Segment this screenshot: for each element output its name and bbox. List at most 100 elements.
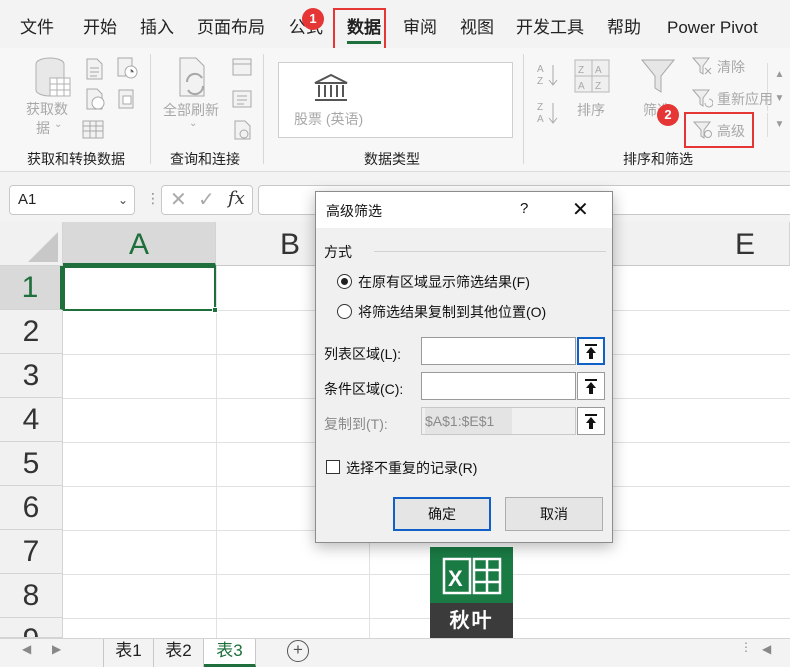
unique-records-label[interactable]: 选择不重复的记录(R) bbox=[346, 458, 477, 478]
svg-text:Z: Z bbox=[537, 102, 543, 113]
scroll-right-icon[interactable]: ▶ bbox=[52, 642, 61, 656]
svg-text:Z: Z bbox=[537, 76, 543, 87]
criteria-range-input[interactable] bbox=[421, 372, 576, 400]
name-box-value: A1 bbox=[18, 191, 37, 208]
refresh-all-label[interactable]: 全部刷新 bbox=[163, 100, 219, 120]
chevron-down-icon[interactable]: ⌄ bbox=[118, 186, 128, 214]
reapply-icon[interactable] bbox=[691, 88, 713, 108]
collapse-list-range-icon[interactable] bbox=[577, 337, 605, 365]
tab-help[interactable]: 帮助 bbox=[607, 14, 641, 42]
cancel-button[interactable]: 取消 bbox=[505, 497, 603, 531]
row-header-6[interactable]: 6 bbox=[0, 486, 63, 530]
gallery-more-icon[interactable]: ▼ bbox=[767, 113, 790, 137]
svg-text:A: A bbox=[578, 81, 585, 92]
filter-icon[interactable] bbox=[640, 58, 676, 94]
existing-connections-icon[interactable] bbox=[116, 88, 138, 110]
name-box[interactable]: A1 ⌄ bbox=[9, 185, 135, 215]
row-header-2[interactable]: 2 bbox=[0, 310, 63, 354]
group-separator bbox=[150, 54, 151, 164]
dialog-title: 高级筛选 bbox=[326, 203, 382, 219]
group-label-queries: 查询和连接 bbox=[170, 151, 240, 167]
tab-insert[interactable]: 插入 bbox=[140, 14, 174, 42]
more-icon[interactable]: ⋮ bbox=[740, 640, 752, 654]
tab-review[interactable]: 审阅 bbox=[403, 14, 437, 42]
scroll-left-icon[interactable]: ◀ bbox=[22, 642, 31, 656]
from-table-icon[interactable] bbox=[82, 120, 104, 140]
section-divider bbox=[374, 251, 606, 252]
add-sheet-icon[interactable]: + bbox=[287, 640, 309, 662]
fill-handle[interactable] bbox=[212, 307, 218, 313]
row-header-3[interactable]: 3 bbox=[0, 354, 63, 398]
list-range-label: 列表区域(L): bbox=[324, 346, 401, 362]
recent-sources-icon[interactable] bbox=[116, 56, 138, 80]
select-all-corner[interactable] bbox=[0, 222, 63, 266]
collapse-criteria-range-icon[interactable] bbox=[577, 372, 605, 400]
properties-icon[interactable] bbox=[232, 90, 252, 108]
unique-records-checkbox[interactable] bbox=[326, 460, 340, 474]
refresh-all-icon[interactable] bbox=[176, 56, 212, 100]
tab-power-pivot[interactable]: Power Pivot bbox=[667, 14, 758, 42]
ok-button[interactable]: 确定 bbox=[393, 497, 491, 531]
option-filter-in-place-label[interactable]: 在原有区域显示筛选结果(F) bbox=[358, 272, 530, 292]
radio-copy-to-location[interactable] bbox=[337, 304, 352, 319]
close-icon[interactable]: ✕ bbox=[572, 197, 589, 222]
tab-file[interactable]: 文件 bbox=[20, 14, 54, 42]
sort-descending-icon[interactable]: Z A bbox=[537, 100, 561, 126]
sheet-tab-2[interactable]: 表2 bbox=[154, 639, 204, 667]
option-copy-to-location-label[interactable]: 将筛选结果复制到其他位置(O) bbox=[358, 302, 546, 322]
criteria-range-label: 条件区域(C): bbox=[324, 381, 404, 397]
row-header-9[interactable]: 9 bbox=[0, 618, 63, 638]
scroll-left-icon[interactable]: ◀ bbox=[762, 642, 771, 656]
row-header-4[interactable]: 4 bbox=[0, 398, 63, 442]
gridline bbox=[63, 574, 790, 575]
data-types-gallery[interactable]: 股票 (英语) ▲ ▼ ▼ bbox=[278, 62, 784, 138]
database-icon[interactable] bbox=[34, 56, 72, 100]
queries-connections-icon[interactable] bbox=[232, 58, 252, 76]
from-text-icon[interactable] bbox=[84, 58, 104, 80]
collapse-copy-to-icon[interactable] bbox=[577, 407, 605, 435]
gridline bbox=[63, 618, 790, 619]
sort-label[interactable]: 排序 bbox=[577, 100, 605, 120]
sort-icon[interactable]: Z A A Z bbox=[573, 58, 611, 94]
copy-to-label: 复制到(T): bbox=[324, 416, 388, 432]
reapply-label[interactable]: 重新应用 bbox=[717, 89, 773, 109]
tab-home[interactable]: 开始 bbox=[83, 14, 117, 42]
step-badge-2: 2 bbox=[657, 104, 679, 126]
cell-a1[interactable] bbox=[63, 266, 216, 311]
tab-developer[interactable]: 开发工具 bbox=[516, 14, 584, 42]
list-range-input[interactable] bbox=[421, 337, 576, 365]
sheet-tab-3[interactable]: 表3 bbox=[204, 639, 256, 667]
insert-function-icon[interactable]: fx bbox=[228, 188, 245, 209]
group-label-get-transform: 获取和转换数据 bbox=[27, 151, 125, 167]
section-label-mode: 方式 bbox=[324, 244, 352, 260]
gallery-up-icon[interactable]: ▲ bbox=[767, 63, 790, 87]
edit-links-icon[interactable] bbox=[232, 120, 252, 140]
stocks-label[interactable]: 股票 (英语) bbox=[294, 109, 363, 129]
copy-to-input: $A$1:$E$1 bbox=[421, 407, 576, 435]
enter-icon[interactable]: ✓ bbox=[198, 187, 215, 212]
ribbon-data: 获取数 据 ⌄ 获取和转换数据 全部刷新 ⌄ 查询和连接 股票 (英语) ▲ ▼… bbox=[0, 48, 790, 172]
sheet-tab-1[interactable]: 表1 bbox=[104, 639, 154, 667]
row-header-5[interactable]: 5 bbox=[0, 442, 63, 486]
get-data-label[interactable]: 获取数 bbox=[26, 99, 68, 119]
more-icon[interactable]: ⋮ bbox=[146, 190, 160, 207]
from-web-icon[interactable] bbox=[84, 88, 106, 110]
svg-text:A: A bbox=[595, 65, 602, 76]
row-header-7[interactable]: 7 bbox=[0, 530, 63, 574]
group-separator bbox=[523, 54, 524, 164]
help-icon[interactable]: ? bbox=[520, 200, 528, 217]
column-header-a[interactable]: A bbox=[63, 222, 216, 266]
clear-label[interactable]: 清除 bbox=[717, 57, 745, 77]
radio-filter-in-place[interactable] bbox=[337, 274, 352, 289]
row-header-1[interactable]: 1 bbox=[0, 266, 63, 310]
get-data-label-2[interactable]: 据 bbox=[36, 118, 50, 138]
tab-page-layout[interactable]: 页面布局 bbox=[197, 14, 265, 42]
sort-ascending-icon[interactable]: A Z bbox=[537, 62, 561, 88]
highlight-data-tab bbox=[333, 8, 386, 52]
tab-view[interactable]: 视图 bbox=[460, 14, 494, 42]
svg-text:Z: Z bbox=[578, 65, 584, 76]
row-header-8[interactable]: 8 bbox=[0, 574, 63, 618]
chevron-down-icon: ⌄ bbox=[54, 119, 63, 130]
clear-filter-icon[interactable] bbox=[691, 56, 713, 76]
cancel-icon[interactable]: ✕ bbox=[170, 187, 187, 212]
